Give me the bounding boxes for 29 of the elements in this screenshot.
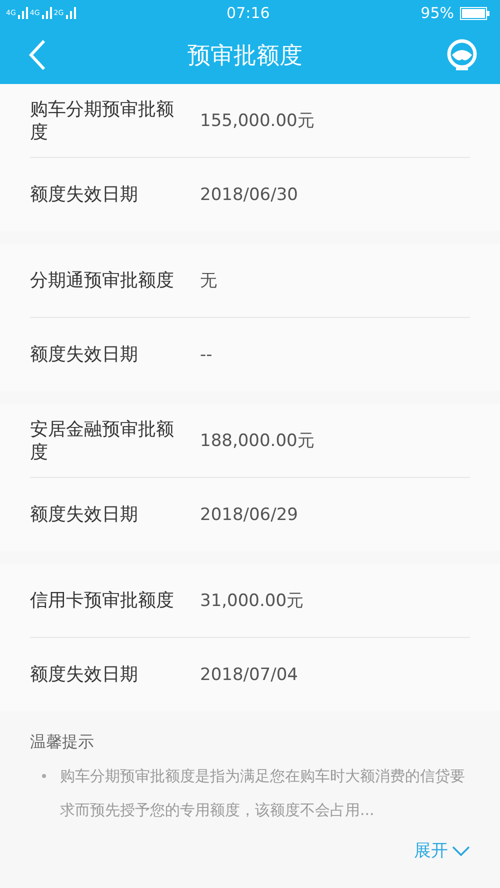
- battery-percent: 95%: [420, 4, 454, 22]
- row-label: 信用卡预审批额度: [30, 589, 175, 612]
- row-value: 2018/06/29: [200, 504, 298, 524]
- tip-text: 购车分期预审批额度是指为满足您在购车时大额消费的信贷要求而预先授予您的专用额度，该额度不会占用...: [60, 766, 466, 821]
- bullet-icon: [42, 774, 46, 778]
- row-value: 2018/07/04: [200, 664, 298, 684]
- row-value: 2018/06/30: [200, 184, 298, 204]
- row-value: --: [200, 344, 212, 364]
- row-value: 188,000.00元: [200, 430, 314, 452]
- signal-icon: [42, 7, 52, 19]
- row-label: 额度失效日期: [30, 343, 139, 366]
- row-label: 购车分期预审批额度: [30, 98, 175, 144]
- tips-title: 温馨提示: [30, 732, 95, 753]
- row-label: 额度失效日期: [30, 503, 139, 526]
- row-label: 分期通预审批额度: [30, 269, 175, 292]
- status-time: 07:16: [226, 4, 270, 22]
- row-value: 无: [200, 270, 217, 292]
- row-label: 额度失效日期: [30, 663, 139, 686]
- row-label: 额度失效日期: [30, 183, 139, 206]
- row-value: 155,000.00元: [200, 110, 314, 132]
- page-title: 预审批额度: [188, 42, 302, 70]
- chevron-down-icon: [452, 846, 470, 856]
- signal-icon: [66, 7, 76, 19]
- back-icon[interactable]: [28, 39, 46, 71]
- signal-icon: [18, 7, 28, 19]
- row-value: 31,000.00元: [200, 590, 304, 612]
- row-label: 安居金融预审批额度: [30, 418, 175, 464]
- battery-icon: [460, 6, 490, 20]
- expand-button[interactable]: 展开: [414, 839, 470, 862]
